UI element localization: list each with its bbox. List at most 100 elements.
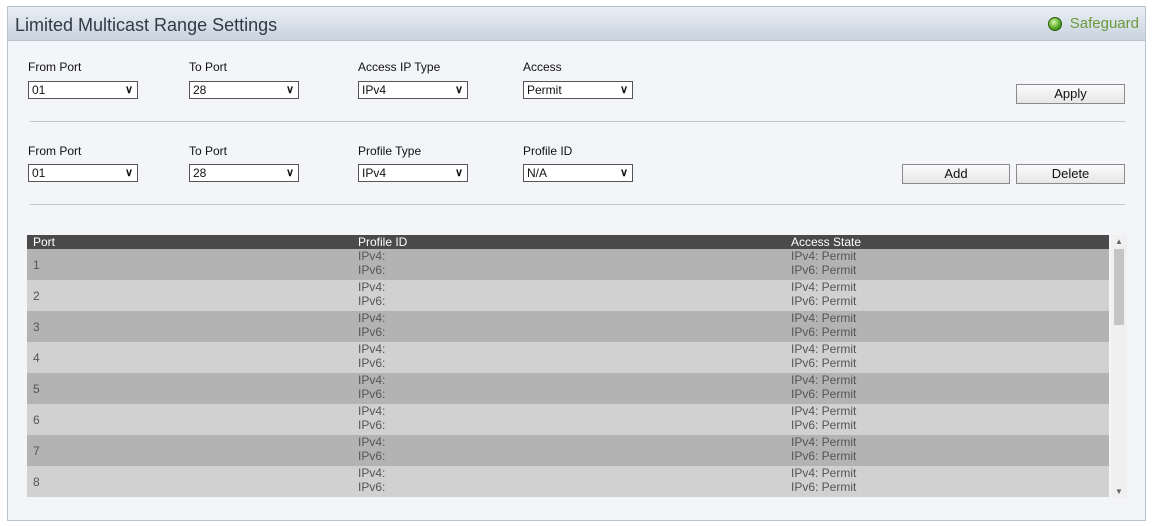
profile-id-ipv4: IPv4: <box>358 280 386 294</box>
port-cell: 3 <box>33 320 40 334</box>
table-row: 5 IPv4: IPv6: IPv4: Permit IPv6: Permit <box>27 373 1109 404</box>
profile-id-label: Profile ID <box>523 144 573 158</box>
port-cell: 5 <box>33 382 40 396</box>
profile-id-cell: IPv4: IPv6: <box>358 466 385 494</box>
access-state-ipv6: IPv6: Permit <box>791 294 857 308</box>
access-state-ipv6: IPv6: Permit <box>791 356 857 370</box>
access-ip-type-select[interactable]: IPv4 ∨ <box>358 81 468 99</box>
from-port-value-2: 01 <box>32 166 46 180</box>
port-cell: 2 <box>33 289 40 303</box>
access-state-ipv4: IPv4: Permit <box>791 373 857 387</box>
page-title: Limited Multicast Range Settings <box>15 15 278 35</box>
profile-id-ipv4: IPv4: <box>358 311 386 325</box>
access-state-cell: IPv4: Permit IPv6: Permit <box>791 466 856 494</box>
col-port: Port <box>33 235 56 249</box>
chevron-down-icon: ∨ <box>285 84 294 96</box>
delete-button[interactable]: Delete <box>1016 164 1125 184</box>
profile-id-cell: IPv4: IPv6: <box>358 249 385 277</box>
from-port-select[interactable]: 01 ∨ <box>28 81 138 99</box>
chevron-down-icon: ∨ <box>619 84 628 96</box>
chevron-down-icon: ∨ <box>454 167 463 179</box>
add-button[interactable]: Add <box>902 164 1010 184</box>
to-port-value: 28 <box>193 83 207 97</box>
profile-id-cell: IPv4: IPv6: <box>358 342 385 370</box>
access-state-ipv6: IPv6: Permit <box>791 449 857 463</box>
profile-id-ipv4: IPv4: <box>358 466 386 480</box>
access-state-ipv6: IPv6: Permit <box>791 263 857 277</box>
chevron-down-icon: ∨ <box>285 167 294 179</box>
to-port-select[interactable]: 28 ∨ <box>189 81 299 99</box>
profile-id-cell: IPv4: IPv6: <box>358 311 385 339</box>
access-state-cell: IPv4: Permit IPv6: Permit <box>791 404 856 432</box>
from-port-label-2: From Port <box>28 144 82 158</box>
table-header: Port Profile ID Access State <box>27 235 1109 249</box>
to-port-label: To Port <box>189 60 228 74</box>
chevron-down-icon: ∨ <box>124 84 133 96</box>
profile-type-select[interactable]: IPv4 ∨ <box>358 164 468 182</box>
profile-id-ipv6: IPv6: <box>358 418 386 432</box>
access-ip-type-label: Access IP Type <box>358 60 441 74</box>
access-state-cell: IPv4: Permit IPv6: Permit <box>791 373 856 401</box>
profile-type-value: IPv4 <box>362 166 387 180</box>
status-led-icon <box>1047 16 1062 31</box>
access-state-ipv4: IPv4: Permit <box>791 404 857 418</box>
table-row: 7 IPv4: IPv6: IPv4: Permit IPv6: Permit <box>27 435 1109 466</box>
access-state-cell: IPv4: Permit IPv6: Permit <box>791 249 856 277</box>
scroll-up-icon[interactable]: ▲ <box>1115 237 1123 246</box>
port-cell: 7 <box>33 444 40 458</box>
divider <box>30 121 1125 122</box>
settings-panel: Limited Multicast Range Settings Safegua… <box>7 6 1146 521</box>
apply-button[interactable]: Apply <box>1016 84 1125 104</box>
port-cell: 6 <box>33 413 40 427</box>
table-row: 6 IPv4: IPv6: IPv4: Permit IPv6: Permit <box>27 404 1109 435</box>
profile-id-ipv4: IPv4: <box>358 373 386 387</box>
profile-id-ipv6: IPv6: <box>358 294 386 308</box>
scroll-thumb[interactable] <box>1114 249 1124 325</box>
chevron-down-icon: ∨ <box>619 167 628 179</box>
scroll-down-icon[interactable]: ▼ <box>1115 487 1123 496</box>
table-row: 1 IPv4: IPv6: IPv4: Permit IPv6: Permit <box>27 249 1109 280</box>
access-state-ipv6: IPv6: Permit <box>791 480 857 494</box>
to-port-value-2: 28 <box>193 166 207 180</box>
title-bar: Limited Multicast Range Settings Safegua… <box>8 7 1145 41</box>
access-state-ipv4: IPv4: Permit <box>791 280 857 294</box>
col-profile-id: Profile ID <box>358 235 408 249</box>
access-value: Permit <box>527 83 562 97</box>
to-port-select-2[interactable]: 28 ∨ <box>189 164 299 182</box>
divider <box>30 204 1125 205</box>
table-row: 3 IPv4: IPv6: IPv4: Permit IPv6: Permit <box>27 311 1109 342</box>
profile-id-ipv6: IPv6: <box>358 387 386 401</box>
table-row: 8 IPv4: IPv6: IPv4: Permit IPv6: Permit <box>27 466 1109 497</box>
profile-id-select[interactable]: N/A ∨ <box>523 164 633 182</box>
port-cell: 1 <box>33 258 40 272</box>
profile-id-cell: IPv4: IPv6: <box>358 435 385 463</box>
profile-id-ipv4: IPv4: <box>358 249 386 263</box>
profile-id-ipv6: IPv6: <box>358 325 386 339</box>
access-select[interactable]: Permit ∨ <box>523 81 633 99</box>
from-port-select-2[interactable]: 01 ∨ <box>28 164 138 182</box>
table-body: 1 IPv4: IPv6: IPv4: Permit IPv6: Permit 2 IPv4… <box>27 249 1109 497</box>
access-label: Access <box>523 60 562 74</box>
access-state-cell: IPv4: Permit IPv6: Permit <box>791 342 856 370</box>
access-state-ipv4: IPv4: Permit <box>791 342 857 356</box>
access-state-ipv4: IPv4: Permit <box>791 311 857 325</box>
safeguard-indicator: Safeguard <box>1047 15 1139 32</box>
profile-id-ipv6: IPv6: <box>358 263 386 277</box>
port-table: Port Profile ID Access State 1 IPv4: IPv6:… <box>27 235 1127 498</box>
profile-id-cell: IPv4: IPv6: <box>358 373 385 401</box>
port-cell: 4 <box>33 351 40 365</box>
access-state-cell: IPv4: Permit IPv6: Permit <box>791 280 856 308</box>
safeguard-label: Safeguard <box>1069 15 1139 32</box>
to-port-label-2: To Port <box>189 144 228 158</box>
access-state-ipv6: IPv6: Permit <box>791 325 857 339</box>
profile-id-ipv4: IPv4: <box>358 342 386 356</box>
profile-id-ipv6: IPv6: <box>358 449 386 463</box>
access-state-ipv6: IPv6: Permit <box>791 387 857 401</box>
profile-type-label: Profile Type <box>358 144 422 158</box>
profile-id-ipv4: IPv4: <box>358 404 386 418</box>
table-row: 4 IPv4: IPv6: IPv4: Permit IPv6: Permit <box>27 342 1109 373</box>
profile-id-ipv6: IPv6: <box>358 480 386 494</box>
scrollbar[interactable]: ▲ ▼ <box>1111 235 1127 498</box>
access-state-ipv4: IPv4: Permit <box>791 249 857 263</box>
chevron-down-icon: ∨ <box>454 84 463 96</box>
